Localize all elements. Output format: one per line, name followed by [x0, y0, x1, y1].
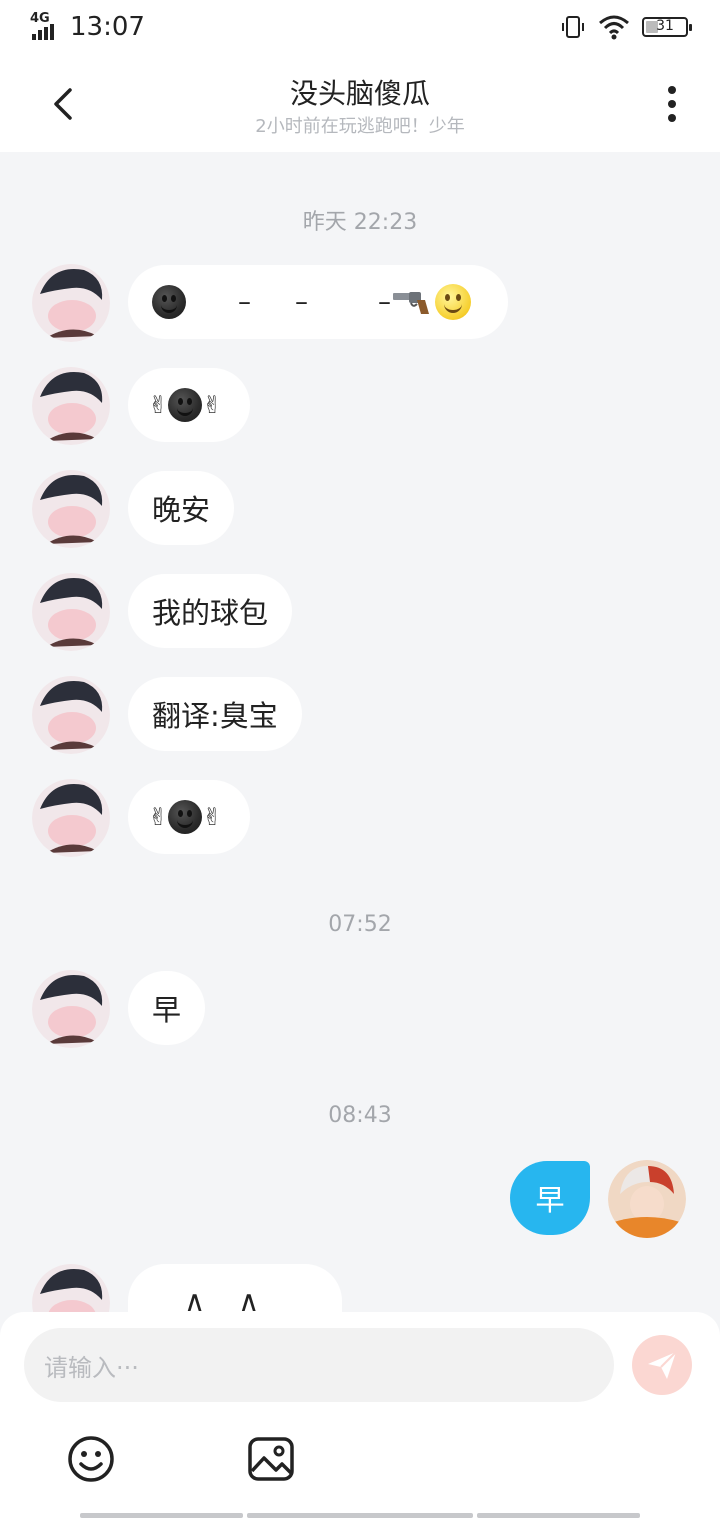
contact-avatar[interactable]: [32, 779, 110, 857]
contact-avatar[interactable]: [32, 970, 110, 1048]
contact-avatar[interactable]: [32, 676, 110, 754]
vibrate-icon: [562, 16, 584, 38]
timestamp: 昨天 22:23: [302, 210, 418, 235]
chat-header: 没头脑傻瓜 2小时前在玩逃跑吧！少年: [0, 56, 720, 152]
message-bubble[interactable]: ✌ ✌: [128, 780, 250, 854]
revolver-icon: [393, 292, 429, 314]
input-placeholder: 请输入···: [44, 1353, 139, 1382]
contact-avatar[interactable]: [32, 367, 110, 445]
victory-hand-icon: ✌: [148, 391, 169, 419]
chat-title: 没头脑傻瓜: [289, 77, 430, 110]
message-text: 早: [535, 1183, 565, 1217]
send-icon: [648, 1351, 677, 1379]
more-options-icon[interactable]: [652, 82, 692, 126]
image-icon[interactable]: [246, 1434, 296, 1484]
battery-icon: 31: [642, 17, 692, 37]
victory-hand-icon: ✌: [202, 391, 223, 419]
my-avatar[interactable]: [608, 1160, 686, 1238]
smiley-icon: [435, 284, 471, 320]
message-text: 翻译:臭宝: [152, 699, 278, 733]
victory-hand-icon: ✌: [202, 803, 223, 831]
message-text: 晚安: [152, 493, 211, 527]
message-text: ∧ _ ∧: [184, 1284, 260, 1312]
nav-bar-segment: [477, 1513, 640, 1518]
message-bubble[interactable]: 晚安: [128, 471, 235, 545]
composer: 请输入···: [0, 1312, 720, 1520]
contact-avatar[interactable]: [32, 470, 110, 548]
message-text: 早: [152, 993, 182, 1027]
contact-avatar[interactable]: [32, 573, 110, 651]
status-bar: 4G 13:07 31: [0, 0, 720, 56]
nav-bar-segment: [80, 1513, 243, 1518]
message-bubble[interactable]: 早: [128, 971, 206, 1045]
dark-smiley-icon: [168, 800, 203, 834]
my-message-bubble[interactable]: 早: [510, 1161, 590, 1235]
chat-subtitle: 2小时前在玩逃跑吧！少年: [255, 116, 465, 137]
timestamp: 07:52: [328, 912, 392, 937]
message-bubble[interactable]: 翻译:臭宝: [128, 677, 302, 751]
message-text: –: [378, 287, 391, 317]
nav-bar-segment: [247, 1513, 473, 1518]
victory-hand-icon: ✌: [148, 803, 169, 831]
signal-icon: 4G: [30, 12, 60, 42]
message-bubble[interactable]: ✌ ✌: [128, 368, 250, 442]
message-input[interactable]: 请输入···: [24, 1328, 614, 1402]
wifi-icon: [599, 15, 629, 40]
message-text: 我的球包: [152, 596, 269, 630]
status-time: 13:07: [70, 12, 145, 42]
message-text: –: [295, 287, 308, 317]
message-list[interactable]: 昨天 22:23 – – – ✌ ✌ 晚安 我的球包 翻译:臭宝 ✌ ✌ 07:…: [0, 152, 720, 1312]
contact-avatar[interactable]: [32, 264, 110, 342]
message-bubble[interactable]: 我的球包: [128, 574, 293, 648]
dark-smiley-icon: [168, 388, 203, 422]
dark-smiley-icon: [152, 285, 186, 319]
contact-avatar[interactable]: [32, 1264, 110, 1312]
message-bubble[interactable]: – – –: [128, 265, 508, 339]
timestamp: 08:43: [328, 1103, 392, 1128]
send-button[interactable]: [632, 1335, 692, 1395]
emoji-icon[interactable]: [66, 1434, 116, 1484]
battery-level: 31: [656, 18, 674, 34]
message-text: –: [238, 287, 251, 317]
message-bubble[interactable]: ∧ _ ∧: [128, 1264, 342, 1312]
